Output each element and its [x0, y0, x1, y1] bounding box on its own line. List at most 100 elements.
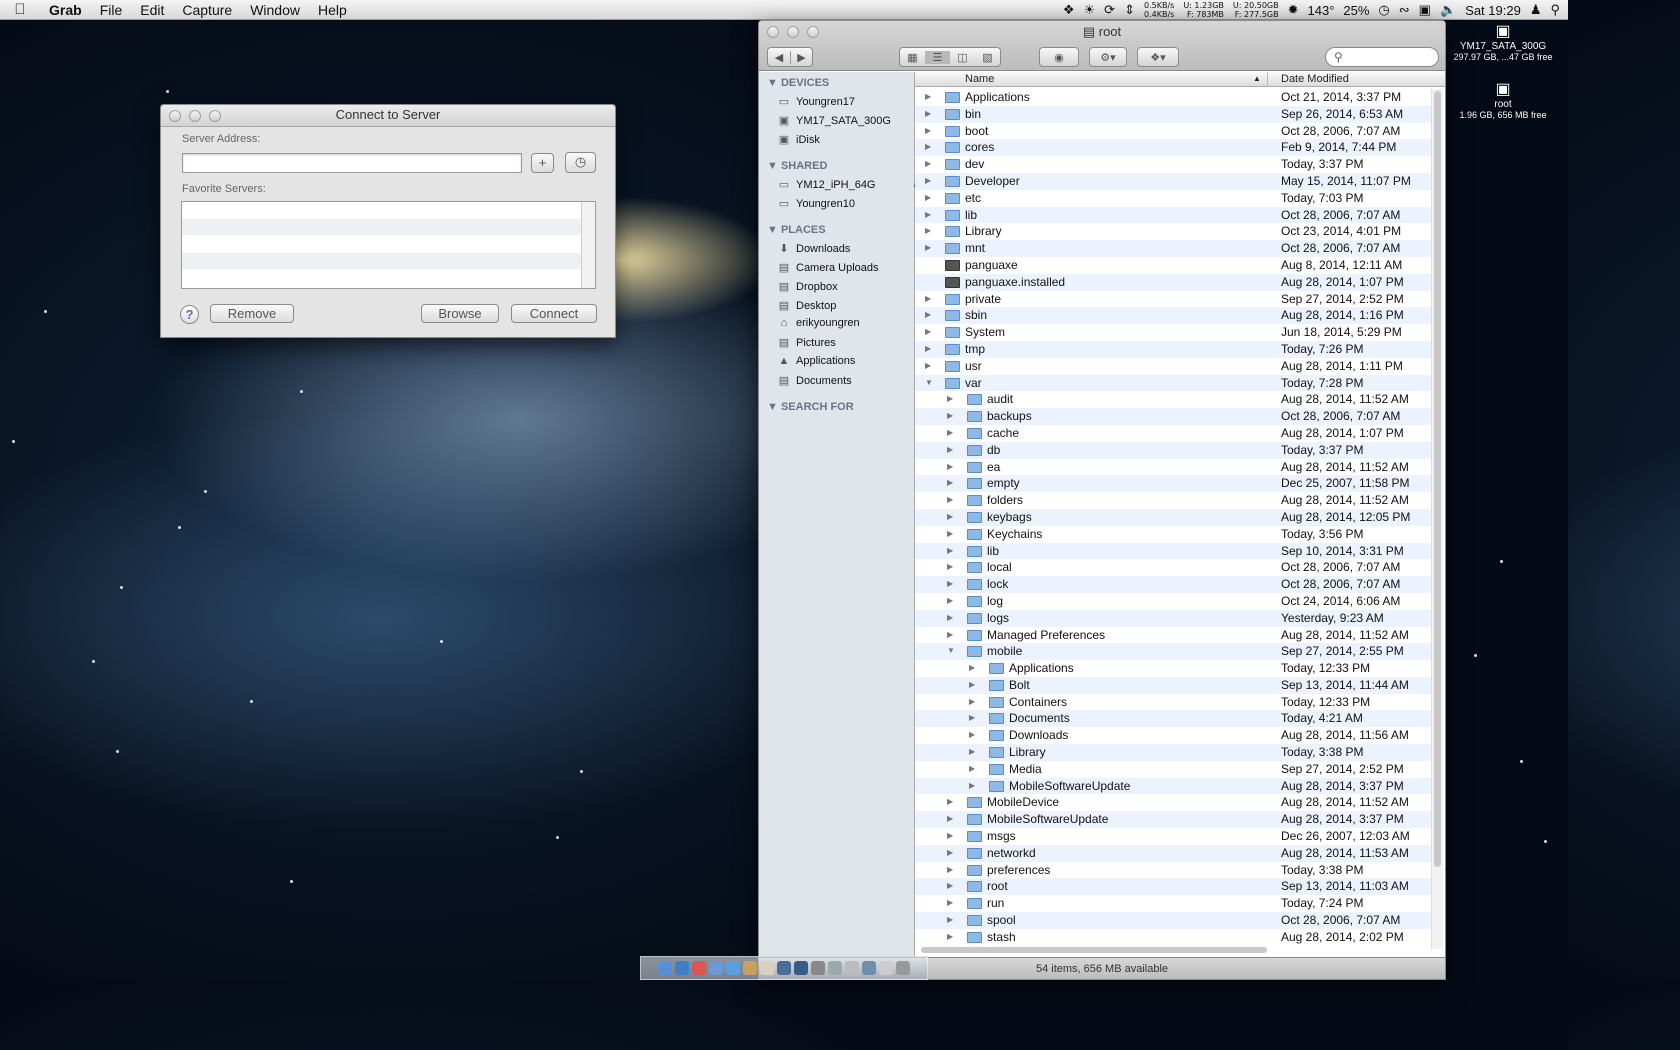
- disclosure-closed-icon[interactable]: ▶: [947, 475, 953, 491]
- temperature-reading[interactable]: 143°: [1308, 3, 1335, 18]
- table-row[interactable]: ▶ cache Aug 28, 2014, 1:07 PM: [915, 425, 1433, 442]
- browse-button[interactable]: Browse: [421, 304, 499, 323]
- apple-icon[interactable]: : [0, 1, 40, 18]
- table-row[interactable]: ▶ backups Oct 28, 2006, 7:07 AM: [915, 408, 1433, 425]
- table-row[interactable]: ▶ msgs Dec 26, 2007, 12:03 AM: [915, 828, 1433, 845]
- recent-servers-button[interactable]: ◷: [565, 152, 596, 173]
- sidebar-item-ym17-sata[interactable]: ▣ YM17_SATA_300G: [777, 114, 891, 128]
- disclosure-closed-icon[interactable]: ▶: [947, 912, 953, 928]
- disclosure-closed-icon[interactable]: ▶: [947, 627, 953, 643]
- menu-window[interactable]: Window: [241, 2, 309, 18]
- sidebar-item-ym12-iph[interactable]: ▭YM12_iPH_64G⏏: [777, 178, 923, 192]
- disclosure-closed-icon[interactable]: ▶: [969, 778, 975, 794]
- disclosure-closed-icon[interactable]: ▶: [947, 610, 953, 626]
- table-row[interactable]: ▶ Library Today, 3:38 PM: [915, 744, 1433, 761]
- sidebar-header-search-for[interactable]: ▼ SEARCH FOR: [767, 401, 854, 413]
- sidebar-item-home[interactable]: ⌂ erikyoungren: [777, 317, 860, 329]
- table-row[interactable]: ▶ spool Oct 28, 2006, 7:07 AM: [915, 912, 1433, 929]
- disclosure-closed-icon[interactable]: ▶: [925, 240, 931, 256]
- table-row[interactable]: ▶ networkd Aug 28, 2014, 11:53 AM: [915, 844, 1433, 862]
- table-row[interactable]: ▶ run Today, 7:24 PM: [915, 895, 1433, 912]
- disclosure-closed-icon[interactable]: ▶: [925, 341, 931, 357]
- zoom-button[interactable]: [209, 110, 221, 122]
- utility-icon[interactable]: [811, 961, 825, 975]
- time-machine-icon[interactable]: ◷: [1378, 2, 1389, 18]
- window-titlebar[interactable]: Connect to Server: [161, 105, 615, 127]
- table-row[interactable]: ▶ root Sep 13, 2014, 11:03 AM: [915, 878, 1433, 896]
- downloads-stack-icon[interactable]: [862, 961, 876, 975]
- table-row[interactable]: ▶ Media Sep 27, 2014, 2:52 PM: [915, 761, 1433, 778]
- disclosure-closed-icon[interactable]: ▶: [925, 291, 931, 307]
- sidebar-item-downloads[interactable]: ⬇ Downloads: [777, 242, 850, 256]
- disclosure-closed-icon[interactable]: ▶: [947, 811, 953, 827]
- sidebar-header-devices[interactable]: ▼ DEVICES: [767, 77, 829, 89]
- list-item[interactable]: [182, 202, 595, 219]
- table-row[interactable]: ▶ Library Oct 23, 2014, 4:01 PM: [915, 223, 1433, 240]
- sidebar-item-idisk[interactable]: ▣ iDisk: [777, 133, 820, 147]
- icon-view-icon[interactable]: ▦: [900, 51, 925, 64]
- table-row[interactable]: ▶ System Jun 18, 2014, 5:29 PM: [915, 324, 1433, 341]
- notes-icon[interactable]: [760, 961, 774, 975]
- battery-reading[interactable]: 25%: [1343, 3, 1369, 18]
- table-row[interactable]: ▶ Bolt Sep 13, 2014, 11:44 AM: [915, 676, 1433, 694]
- disclosure-closed-icon[interactable]: ▶: [947, 895, 953, 911]
- disclosure-closed-icon[interactable]: ▶: [947, 828, 953, 844]
- finder-icon[interactable]: [658, 961, 672, 975]
- volume-icon[interactable]: 🔈: [1440, 2, 1456, 18]
- close-button[interactable]: [169, 110, 181, 122]
- disclosure-closed-icon[interactable]: ▶: [925, 307, 931, 323]
- table-row[interactable]: ▼ mobile Sep 27, 2014, 2:55 PM: [915, 643, 1433, 661]
- disclosure-closed-icon[interactable]: ▶: [925, 139, 931, 155]
- add-favorite-button[interactable]: +: [531, 153, 554, 173]
- preview-icon[interactable]: [828, 961, 842, 975]
- table-row[interactable]: ▶ folders Aug 28, 2014, 11:52 AM: [915, 492, 1433, 509]
- disclosure-closed-icon[interactable]: ▶: [925, 223, 931, 239]
- disclosure-closed-icon[interactable]: ▶: [947, 929, 953, 945]
- scrollbar[interactable]: [581, 202, 595, 288]
- connect-button[interactable]: Connect: [511, 304, 597, 323]
- minimize-button[interactable]: [787, 26, 799, 38]
- disclosure-closed-icon[interactable]: ▶: [947, 845, 953, 861]
- fan-icon[interactable]: ✹: [1288, 2, 1299, 18]
- table-row[interactable]: ▶ cores Feb 9, 2014, 7:44 PM: [915, 139, 1433, 157]
- table-row[interactable]: ▶ lib Sep 10, 2014, 3:31 PM: [915, 542, 1433, 560]
- table-row[interactable]: ▶ lib Oct 28, 2006, 7:07 AM: [915, 206, 1433, 224]
- table-row[interactable]: ▶ empty Dec 25, 2007, 11:58 PM: [915, 475, 1433, 493]
- disclosure-closed-icon[interactable]: ▶: [969, 761, 975, 777]
- disclosure-closed-icon[interactable]: ▶: [947, 526, 953, 542]
- messages-icon[interactable]: [726, 961, 740, 975]
- table-row[interactable]: panguaxe Aug 8, 2014, 12:11 AM: [915, 257, 1433, 274]
- help-button[interactable]: ?: [180, 305, 199, 324]
- table-row[interactable]: ▶ Applications Today, 12:33 PM: [915, 660, 1433, 677]
- sidebar-item-youngren17[interactable]: ▭ Youngren17: [777, 95, 855, 109]
- table-row[interactable]: ▶ local Oct 28, 2006, 7:07 AM: [915, 559, 1433, 576]
- disclosure-closed-icon[interactable]: ▶: [947, 794, 953, 810]
- server-address-input[interactable]: [182, 153, 522, 173]
- trash-icon[interactable]: [896, 961, 910, 975]
- sidebar-header-shared[interactable]: ▼ SHARED: [767, 160, 827, 172]
- zoom-button[interactable]: [807, 26, 819, 38]
- list-item[interactable]: [182, 253, 595, 270]
- list-view-icon[interactable]: ☰: [925, 50, 950, 64]
- table-row[interactable]: ▶ mnt Oct 28, 2006, 7:07 AM: [915, 240, 1433, 257]
- disclosure-closed-icon[interactable]: ▶: [947, 442, 953, 458]
- table-row[interactable]: ▶ stash Aug 28, 2014, 2:02 PM: [915, 929, 1433, 946]
- table-row[interactable]: panguaxe.installed Aug 28, 2014, 1:07 PM: [915, 273, 1433, 291]
- sort-ascending-icon[interactable]: ▲: [1253, 74, 1261, 83]
- disclosure-closed-icon[interactable]: ▶: [947, 391, 953, 407]
- table-row[interactable]: ▶ bin Sep 26, 2014, 6:53 AM: [915, 105, 1433, 123]
- disclosure-closed-icon[interactable]: ▶: [947, 559, 953, 575]
- disclosure-closed-icon[interactable]: ▶: [925, 190, 931, 206]
- table-row[interactable]: ▶ Downloads Aug 28, 2014, 11:56 AM: [915, 727, 1433, 744]
- table-row[interactable]: ▶ Applications Oct 21, 2014, 3:37 PM: [915, 89, 1433, 106]
- menu-capture[interactable]: Capture: [173, 2, 241, 18]
- network-stats[interactable]: 0.5KB/s 0.4KB/s: [1144, 1, 1174, 19]
- disclosure-closed-icon[interactable]: ▶: [947, 408, 953, 424]
- disclosure-closed-icon[interactable]: ▶: [925, 106, 931, 122]
- table-row[interactable]: ▶ Managed Preferences Aug 28, 2014, 11:52 …: [915, 627, 1433, 644]
- menu-edit[interactable]: Edit: [131, 2, 173, 18]
- disclosure-closed-icon[interactable]: ▶: [969, 744, 975, 760]
- back-arrow-icon[interactable]: ◀: [768, 51, 790, 64]
- sidebar-header-places[interactable]: ▼ PLACES: [767, 224, 826, 236]
- spotlight-icon[interactable]: ⚲: [1550, 2, 1560, 18]
